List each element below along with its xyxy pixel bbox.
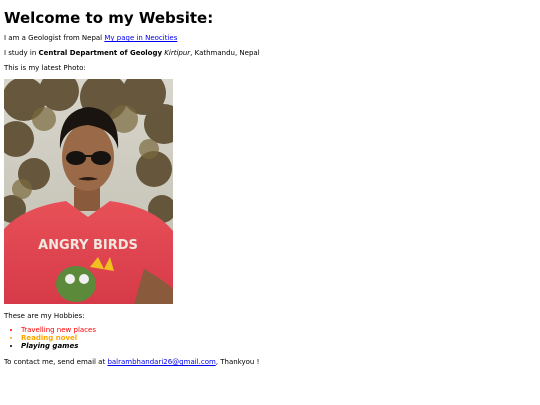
contact-line: To contact me, send email at balrambhand… [4, 358, 259, 367]
photo-caption: This is my latest Photo: [4, 64, 86, 72]
list-item: Playing games [21, 342, 96, 350]
shirt-print-text: ANGRY BIRDS [38, 238, 138, 253]
list-item: Reading novel [21, 334, 96, 342]
email-link[interactable]: balrambhandari26@gmail.com [107, 358, 215, 366]
study-suffix: , Kathmandu, Nepal [190, 49, 260, 57]
study-place: Kirtipur [164, 49, 191, 57]
study-line: I study in Central Department of Geology… [4, 49, 260, 58]
hobbies-heading: These are my Hobbies: [4, 312, 85, 320]
page-title: Welcome to my Website: [4, 9, 214, 27]
neocities-link[interactable]: My page in Neocities [104, 34, 177, 42]
intro-line: I am a Geologist from Nepal My page in N… [4, 34, 177, 43]
profile-photo-image: ANGRY BIRDS [4, 79, 173, 304]
hobbies-list: Travelling new places Reading novel Play… [4, 326, 96, 350]
intro-text: I am a Geologist from Nepal [4, 34, 103, 42]
department-name: Central Department of Geology [38, 49, 163, 57]
contact-suffix: , Thankyou ! [215, 358, 260, 366]
study-prefix: I study in [4, 49, 37, 57]
profile-photo: ANGRY BIRDS [4, 79, 173, 304]
list-item: Travelling new places [21, 326, 96, 334]
contact-prefix: To contact me, send email at [4, 358, 106, 366]
